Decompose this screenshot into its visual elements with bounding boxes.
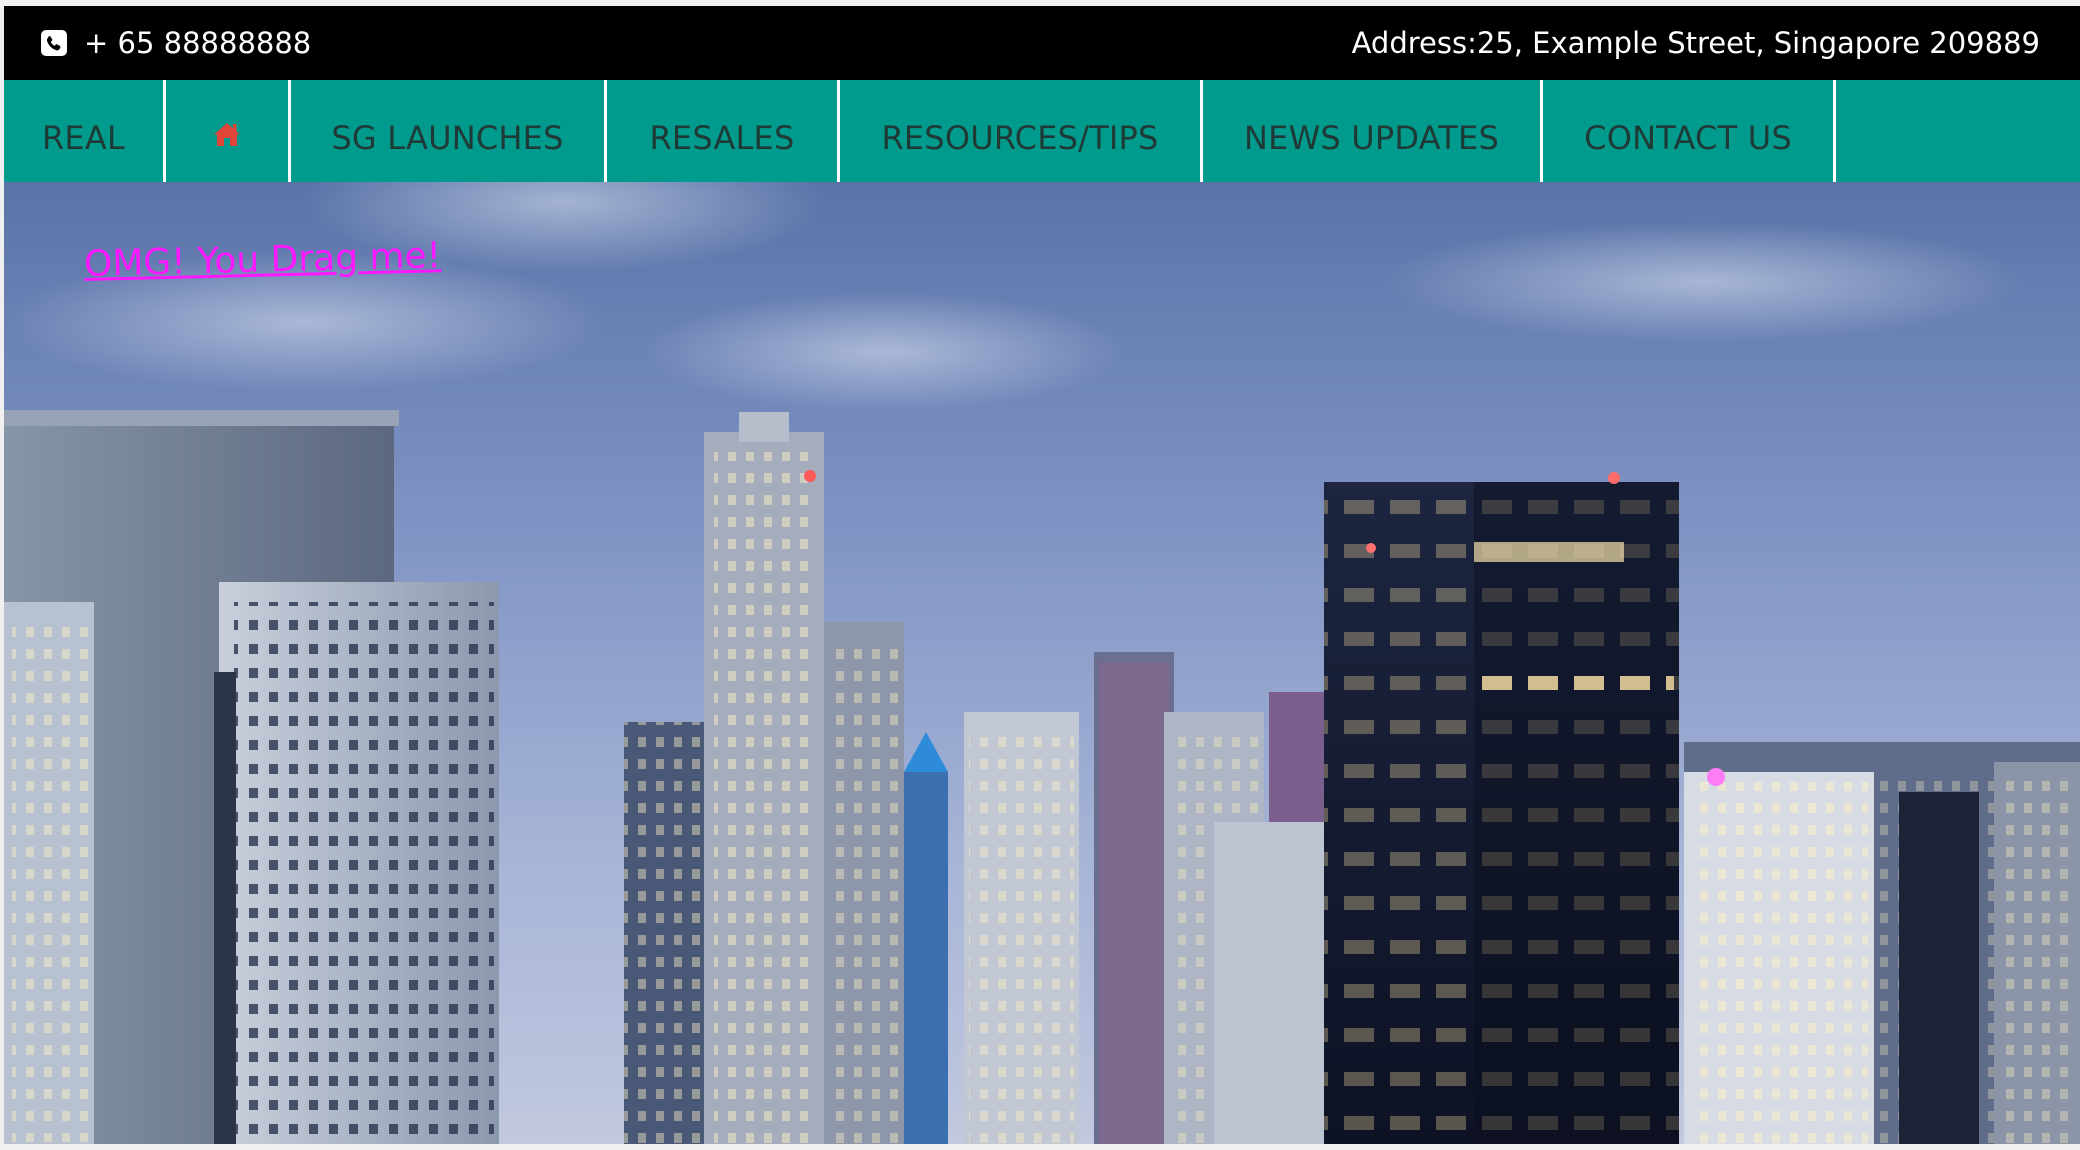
nav-item-home[interactable]	[166, 80, 291, 182]
nav-item-label: RESOURCES/TIPS	[881, 119, 1159, 157]
drag-me-link[interactable]: OMG! You Drag me!	[83, 235, 441, 285]
phone-icon	[40, 29, 68, 57]
nav-item-real[interactable]: REAL	[4, 80, 166, 182]
nav-item-label: REAL	[42, 119, 125, 157]
nav-item-contact-us[interactable]: CONTACT US	[1543, 80, 1836, 182]
page: + 65 88888888 Address:25, Example Street…	[4, 6, 2080, 1144]
nav-item-label: CONTACT US	[1584, 119, 1792, 157]
nav-item-label: RESALES	[649, 119, 795, 157]
nav-item-resales[interactable]: RESALES	[607, 80, 840, 182]
phone-contact[interactable]: + 65 88888888	[40, 6, 311, 80]
home-icon	[212, 119, 242, 149]
city-skyline-image	[4, 182, 2080, 1144]
phone-number: + 65 88888888	[84, 26, 312, 60]
nav-item-label: NEWS UPDATES	[1244, 119, 1499, 157]
top-contact-bar: + 65 88888888 Address:25, Example Street…	[4, 6, 2080, 80]
nav-item-sg-launches[interactable]: SG LAUNCHES	[291, 80, 607, 182]
hero-banner: OMG! You Drag me!	[4, 182, 2080, 1144]
nav-item-resources-tips[interactable]: RESOURCES/TIPS	[840, 80, 1203, 182]
address-text: Address:25, Example Street, Singapore 20…	[1351, 26, 2040, 60]
nav-item-label: SG LAUNCHES	[331, 119, 564, 157]
nav-item-news-updates[interactable]: NEWS UPDATES	[1203, 80, 1543, 182]
main-nav: REAL SG LAUNCHES RESALES RESOURCES/TIPS …	[4, 80, 2080, 182]
